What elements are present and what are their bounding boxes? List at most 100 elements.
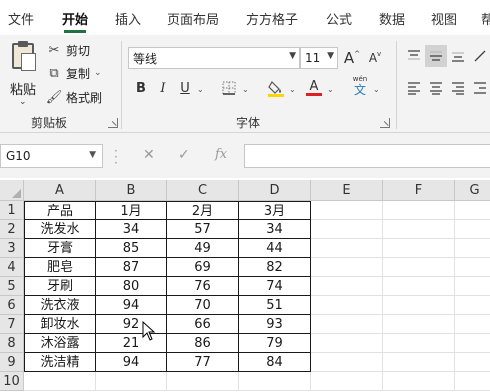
format-painter-button[interactable]: 🖌 格式刷 [46, 87, 102, 107]
cell-d5[interactable]: 74 [239, 277, 311, 296]
tab-data[interactable]: 数据 [379, 9, 405, 28]
cell-b3[interactable]: 85 [96, 239, 167, 258]
align-left-button[interactable] [403, 77, 425, 99]
chevron-down-icon[interactable]: ⌄ [327, 85, 334, 94]
cell-g2[interactable] [455, 220, 490, 239]
row-header-5[interactable]: 5 [0, 277, 24, 296]
cell-a10[interactable] [24, 372, 96, 391]
chevron-down-icon[interactable]: ⌄ [242, 85, 249, 94]
cancel-icon[interactable]: ✕ [143, 147, 155, 163]
font-name-combo[interactable]: 等线 ▼ [128, 47, 300, 69]
cell-d2[interactable]: 34 [239, 220, 311, 239]
cell-d8[interactable]: 79 [239, 334, 311, 353]
cell-f7[interactable] [383, 315, 455, 334]
cell-f9[interactable] [383, 353, 455, 372]
chevron-down-icon[interactable]: ⌄ [373, 85, 380, 94]
cell-a1[interactable]: 产品 [24, 201, 96, 220]
align-middle-button[interactable] [425, 45, 447, 67]
cell-a7[interactable]: 卸妆水 [24, 315, 96, 334]
column-header-a[interactable]: A [24, 180, 96, 201]
font-size-combo[interactable]: 11 ▼ [300, 47, 338, 69]
cell-b2[interactable]: 34 [96, 220, 167, 239]
insert-function-icon[interactable]: fx [215, 147, 227, 162]
row-header-6[interactable]: 6 [0, 296, 24, 315]
indent-button[interactable] [469, 77, 490, 99]
clipboard-launcher-icon[interactable] [108, 118, 118, 128]
cell-d1[interactable]: 3月 [239, 201, 311, 220]
tab-help[interactable]: 帮 [481, 9, 490, 28]
name-box[interactable]: G10 ▼ [0, 144, 103, 168]
cell-f4[interactable] [383, 258, 455, 277]
cell-e1[interactable] [311, 201, 383, 220]
column-header-b[interactable]: B [96, 180, 167, 201]
splitter-handle-icon[interactable]: · · · [114, 145, 118, 169]
cell-c8[interactable]: 86 [167, 334, 239, 353]
tab-ffcell[interactable]: 方方格子 [246, 9, 298, 28]
cell-f3[interactable] [383, 239, 455, 258]
cell-c9[interactable]: 77 [167, 353, 239, 372]
italic-button[interactable]: I [152, 77, 174, 99]
cell-d3[interactable]: 44 [239, 239, 311, 258]
cell-g3[interactable] [455, 239, 490, 258]
cell-e9[interactable] [311, 353, 383, 372]
fill-color-button[interactable] [265, 77, 287, 99]
cell-d10[interactable] [239, 372, 311, 391]
cell-c4[interactable]: 69 [167, 258, 239, 277]
cell-g8[interactable] [455, 334, 490, 353]
cell-d7[interactable]: 93 [239, 315, 311, 334]
cell-f2[interactable] [383, 220, 455, 239]
tab-formulas[interactable]: 公式 [326, 9, 352, 28]
cell-b5[interactable]: 80 [96, 277, 167, 296]
cell-c7[interactable]: 66 [167, 315, 239, 334]
cell-e10[interactable] [311, 372, 383, 391]
chevron-down-icon[interactable]: ⌄ [289, 85, 296, 94]
cell-b7[interactable]: 92 [96, 315, 167, 334]
cut-button[interactable]: ✂ 剪切 [46, 40, 90, 60]
font-launcher-icon[interactable] [380, 118, 390, 128]
chevron-down-icon[interactable]: ⌄ [197, 85, 204, 94]
cell-e6[interactable] [311, 296, 383, 315]
cell-b4[interactable]: 87 [96, 258, 167, 277]
cell-a9[interactable]: 洗洁精 [24, 353, 96, 372]
cell-e5[interactable] [311, 277, 383, 296]
formula-input[interactable] [244, 144, 490, 168]
column-header-g[interactable]: G [455, 180, 490, 201]
cell-g9[interactable] [455, 353, 490, 372]
copy-button[interactable]: ⧉ 复制 ⌄ [46, 63, 101, 83]
cell-a3[interactable]: 牙膏 [24, 239, 96, 258]
cell-f6[interactable] [383, 296, 455, 315]
cell-b9[interactable]: 94 [96, 353, 167, 372]
cell-b6[interactable]: 94 [96, 296, 167, 315]
cell-d9[interactable]: 84 [239, 353, 311, 372]
cell-b10[interactable] [96, 372, 167, 391]
bold-button[interactable]: B [130, 77, 152, 99]
cell-g1[interactable] [455, 201, 490, 220]
cell-b1[interactable]: 1月 [96, 201, 167, 220]
cell-g6[interactable] [455, 296, 490, 315]
cell-c2[interactable]: 57 [167, 220, 239, 239]
cell-d6[interactable]: 51 [239, 296, 311, 315]
cell-g10[interactable] [455, 372, 490, 391]
tab-file[interactable]: 文件 [8, 9, 34, 28]
column-header-d[interactable]: D [239, 180, 311, 201]
cell-g4[interactable] [455, 258, 490, 277]
align-right-button[interactable] [447, 77, 469, 99]
borders-button[interactable] [218, 77, 240, 99]
cell-d4[interactable]: 82 [239, 258, 311, 277]
cell-f1[interactable] [383, 201, 455, 220]
row-header-8[interactable]: 8 [0, 334, 24, 353]
cell-a5[interactable]: 牙刷 [24, 277, 96, 296]
select-all-button[interactable] [0, 180, 24, 201]
align-center-button[interactable] [425, 77, 447, 99]
tab-view[interactable]: 视图 [431, 9, 457, 28]
tab-insert[interactable]: 插入 [115, 9, 141, 28]
row-header-3[interactable]: 3 [0, 239, 24, 258]
cell-c3[interactable]: 49 [167, 239, 239, 258]
cell-e8[interactable] [311, 334, 383, 353]
row-header-9[interactable]: 9 [0, 353, 24, 372]
cell-a2[interactable]: 洗发水 [24, 220, 96, 239]
cell-b8[interactable]: 21 [96, 334, 167, 353]
cell-e3[interactable] [311, 239, 383, 258]
shrink-font-button[interactable]: Av [364, 47, 386, 69]
cell-c5[interactable]: 76 [167, 277, 239, 296]
